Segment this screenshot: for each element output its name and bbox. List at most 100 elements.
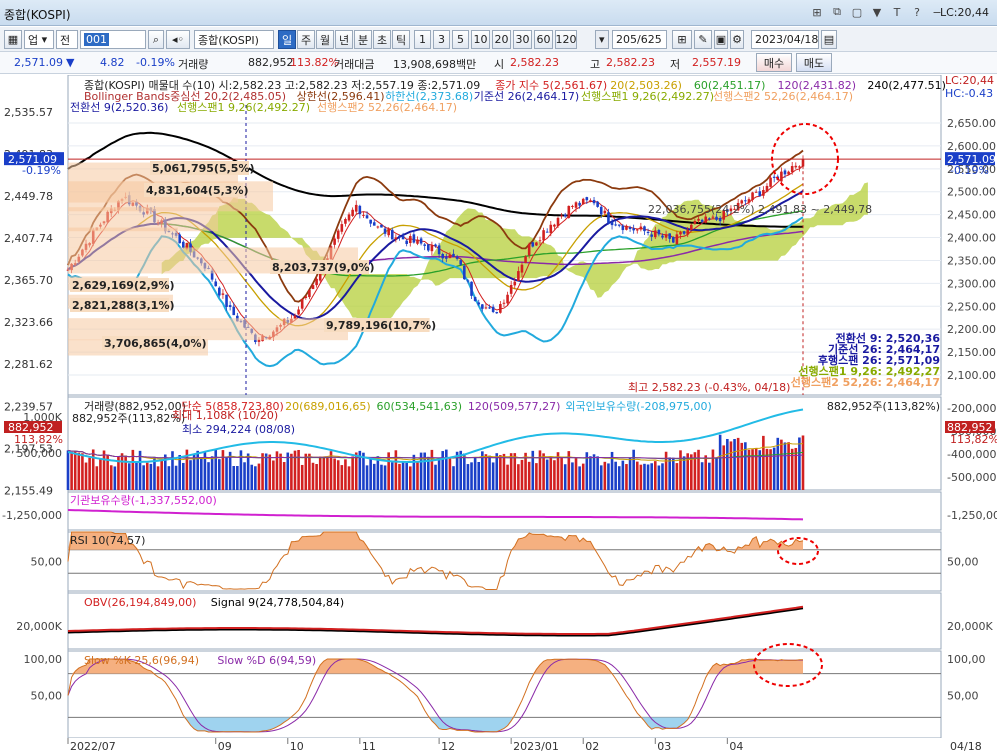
legend-item: 전환선 9(2,520.36) bbox=[70, 101, 168, 114]
vol-max-note: 최대 1,108K (10/20) bbox=[172, 409, 278, 422]
vp-label: 3,706,865(4,0%) bbox=[104, 337, 207, 350]
volume-bar bbox=[513, 453, 517, 490]
prev-select[interactable]: 전 bbox=[56, 30, 78, 49]
code-input[interactable]: 001 ▾ bbox=[80, 30, 146, 49]
candle-body bbox=[765, 185, 769, 192]
period-button[interactable]: 일 bbox=[278, 30, 296, 49]
candle-body bbox=[607, 212, 610, 224]
window-control-icon[interactable]: ▢ bbox=[849, 4, 865, 20]
window-control-icon[interactable]: ⊞ bbox=[809, 4, 825, 20]
minute-button[interactable]: 10 bbox=[471, 30, 490, 49]
candle-body bbox=[772, 176, 776, 178]
minute-button[interactable]: 30 bbox=[513, 30, 532, 49]
period-button[interactable]: 분 bbox=[354, 30, 372, 49]
window-control-icon[interactable]: ? bbox=[909, 4, 925, 20]
volume-bar bbox=[563, 464, 567, 490]
volume-bar bbox=[535, 463, 538, 490]
settings-gear-icon[interactable]: ⚙ bbox=[730, 30, 744, 49]
vol-ry-tick: -500,000 bbox=[947, 471, 996, 484]
search-icon[interactable]: ⌕ bbox=[148, 30, 164, 49]
candle-body bbox=[794, 165, 798, 168]
minute-button[interactable]: 5 bbox=[452, 30, 469, 49]
save-icon[interactable]: ▣ bbox=[714, 30, 728, 49]
volume-bar bbox=[650, 463, 653, 490]
volume-bar bbox=[304, 453, 308, 490]
volume-bar bbox=[708, 462, 711, 490]
candle-body bbox=[527, 243, 531, 256]
sell-button[interactable]: 매도 bbox=[796, 53, 832, 72]
obv-legend-item: OBV(26,194,849,00) bbox=[84, 596, 196, 609]
minute-button[interactable]: 3 bbox=[433, 30, 450, 49]
volume-bar bbox=[272, 460, 275, 490]
obv-legend-item: Signal 9(24,778,504,84) bbox=[211, 596, 344, 609]
x-tick-label: 02 bbox=[585, 740, 599, 753]
volume-bar bbox=[394, 450, 398, 490]
period-button[interactable]: 틱 bbox=[392, 30, 410, 49]
stock-name[interactable]: 종합(KOSPI) bbox=[194, 30, 274, 49]
volume-bar bbox=[257, 463, 261, 490]
buy-button[interactable]: 매수 bbox=[756, 53, 792, 72]
minute-button[interactable]: 120 bbox=[555, 30, 577, 49]
vol-ry-tick: -200,000 bbox=[947, 402, 996, 415]
period-button[interactable]: 주 bbox=[297, 30, 315, 49]
clock-label: LC:20,44 bbox=[939, 6, 989, 19]
volume-bar bbox=[322, 457, 326, 490]
vol-legend-item: 20(689,016,65) bbox=[285, 400, 371, 413]
window-control-icon[interactable]: ⧉ bbox=[829, 4, 845, 20]
candle-body bbox=[448, 254, 452, 259]
volume-bar bbox=[369, 458, 372, 490]
volume-bar bbox=[372, 463, 376, 490]
stock-chart[interactable]: 2,650.002,600.002,550.002,500.002,450.00… bbox=[0, 75, 997, 753]
candle-body bbox=[362, 214, 365, 216]
market-select[interactable]: 업 ▾ bbox=[24, 30, 54, 49]
candle-body bbox=[762, 189, 765, 196]
minute-button[interactable]: 20 bbox=[492, 30, 511, 49]
candle-body bbox=[495, 312, 499, 314]
volume-bar bbox=[466, 464, 470, 490]
volume-bar bbox=[545, 459, 549, 490]
candle-body bbox=[671, 237, 675, 243]
candle-body bbox=[556, 217, 560, 227]
date-input[interactable]: 2023/04/18 bbox=[751, 30, 819, 49]
calendar-icon[interactable]: ▤ bbox=[821, 30, 837, 49]
volume-bar bbox=[434, 464, 437, 490]
volume-bar bbox=[290, 453, 293, 490]
tools-icon[interactable]: ✎ bbox=[694, 30, 712, 49]
speaker-icon[interactable]: ◂◦ bbox=[166, 30, 190, 49]
volume-bar bbox=[408, 466, 412, 490]
volume-bar bbox=[297, 449, 300, 490]
inst-y-tick: -1,250,000 bbox=[2, 509, 62, 522]
candle-body bbox=[545, 231, 549, 233]
period-button[interactable]: 년 bbox=[335, 30, 353, 49]
candle-body bbox=[423, 244, 426, 246]
y-tick-label: 2,600.00 bbox=[947, 140, 996, 153]
min-select[interactable]: ▾ bbox=[595, 30, 609, 49]
volume-bar bbox=[715, 458, 718, 490]
change-pct: -0.19% bbox=[136, 56, 175, 69]
period-button[interactable]: 월 bbox=[316, 30, 334, 49]
window-control-icon[interactable]: ▼ bbox=[869, 4, 885, 20]
price-tag-pct: -0.19% bbox=[22, 164, 61, 177]
chart-type-icon[interactable]: ⊞ bbox=[672, 30, 692, 49]
layout-icon[interactable]: ▦ bbox=[4, 30, 22, 49]
x-tick-label: 2023/01 bbox=[513, 740, 559, 753]
volume-bar bbox=[347, 466, 351, 490]
window-control-icon[interactable]: T bbox=[889, 4, 905, 20]
count-input[interactable]: 205/625 bbox=[612, 30, 667, 49]
low-value: 2,557.19 bbox=[692, 56, 741, 69]
obv-ry-tick: 20,000K bbox=[947, 620, 993, 633]
candle-body bbox=[708, 218, 711, 220]
candle-body bbox=[437, 245, 441, 255]
volume-bar bbox=[553, 460, 556, 490]
vol-min-note: 최소 294,224 (08/08) bbox=[182, 423, 295, 436]
minute-button[interactable]: 60 bbox=[534, 30, 553, 49]
candle-body bbox=[697, 218, 700, 221]
volume-bar bbox=[326, 457, 329, 490]
quote-bar: 2,571.09 ▼ 4.82 -0.19% 거래량 882,952 113.8… bbox=[0, 52, 997, 74]
period-button[interactable]: 초 bbox=[373, 30, 391, 49]
minute-button[interactable]: 1 bbox=[414, 30, 431, 49]
x-tick-label: 10 bbox=[290, 740, 304, 753]
volume-bar bbox=[149, 463, 153, 490]
candle-body bbox=[412, 234, 416, 243]
volume-bar bbox=[210, 456, 214, 490]
